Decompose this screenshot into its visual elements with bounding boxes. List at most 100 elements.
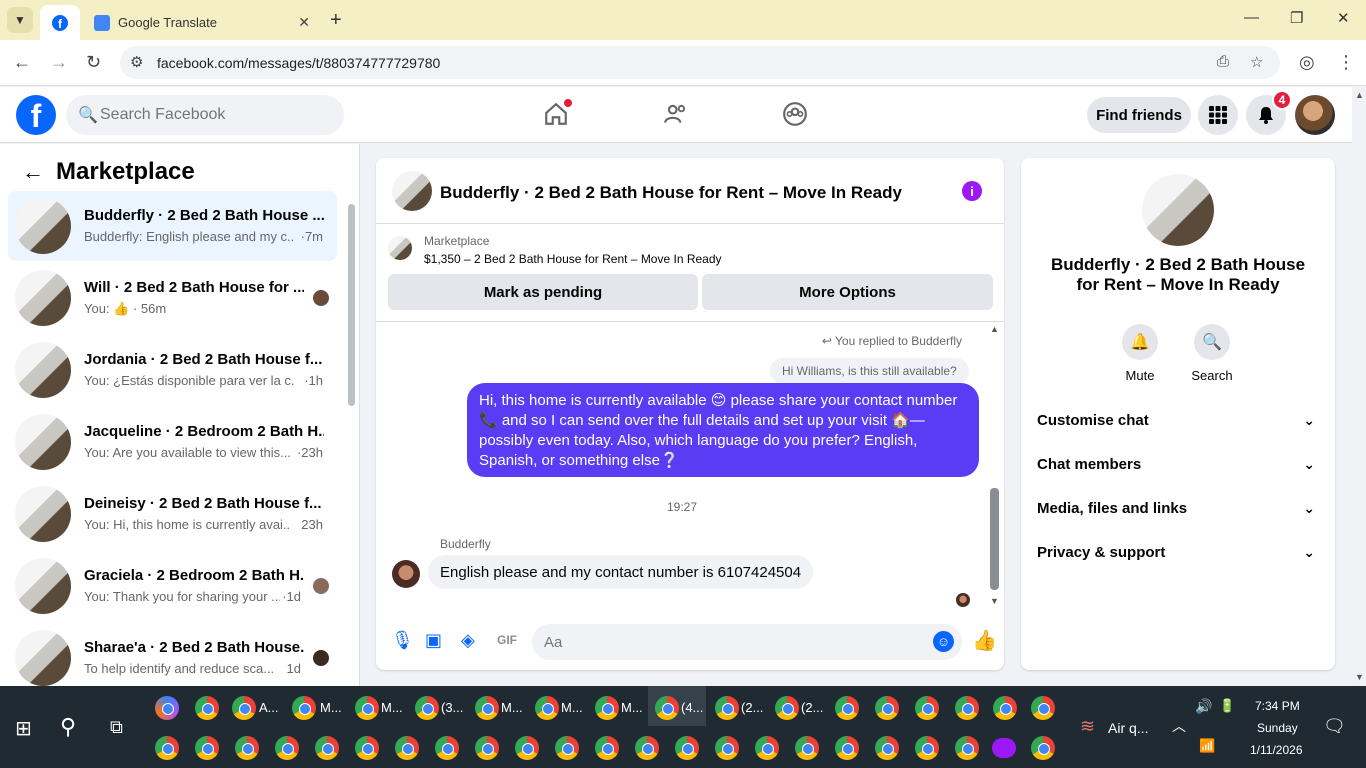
weather-icon[interactable]: ≋ [1080,716,1095,737]
chrome-icon[interactable] [475,736,499,760]
sidebar-scrollbar[interactable] [348,204,355,406]
conversation-item[interactable]: Jordania · 2 Bed 2 Bath House f... You: … [8,335,337,405]
conversation-item[interactable]: Graciela · 2 Bedroom 2 Bath H... You: Th… [8,551,337,621]
chrome-icon[interactable] [355,736,379,760]
chat-thumbnail[interactable] [392,171,432,211]
message-input[interactable] [544,631,924,653]
chrome-icon[interactable] [475,696,499,720]
chrome-icon[interactable] [232,696,256,720]
site-info-icon[interactable]: ⚙ [130,53,143,71]
battery-icon[interactable]: 🔋 [1219,698,1235,714]
page-scroll-down-icon[interactable]: ▼ [1355,672,1364,682]
chat-scrollbar[interactable] [990,488,999,590]
minimize-icon[interactable]: — [1244,9,1259,26]
copilot-icon[interactable] [155,696,179,720]
chrome-icon[interactable] [195,736,219,760]
listing-description[interactable]: $1,350 – 2 Bed 2 Bath House for Rent – M… [424,252,722,266]
sticker-icon[interactable]: ◈ [461,630,475,651]
photo-icon[interactable]: ▣ [425,630,442,651]
volume-icon[interactable]: 🔊 [1195,698,1212,715]
tab-facebook[interactable]: f [40,5,80,40]
chrome-icon[interactable] [355,696,379,720]
microphone-icon[interactable]: 🎙 [391,630,414,651]
taskbar-search-icon[interactable]: ⚲ [60,714,76,740]
chrome-icon[interactable] [655,696,679,720]
conversation-item[interactable]: Jacqueline · 2 Bedroom 2 Bath H... You: … [8,407,337,477]
conversation-item[interactable]: Sharae'a · 2 Bed 2 Bath House... To help… [8,623,337,686]
message-composer[interactable]: ☺ [532,624,962,660]
conversation-item[interactable]: Will · 2 Bed 2 Bath House for ... You: 👍… [8,263,337,333]
mark-pending-button[interactable]: Mark as pending [388,274,698,310]
windows-start-icon[interactable]: ⊞ [15,716,32,741]
chrome-icon[interactable] [993,696,1017,720]
chrome-icon[interactable] [1031,696,1055,720]
clock-time[interactable]: 7:34 PM [1255,699,1300,713]
tab-search-dropdown[interactable]: ▼ [7,7,33,33]
more-options-button[interactable]: More Options [702,274,993,310]
chrome-icon[interactable] [875,696,899,720]
wifi-icon[interactable]: 📶 [1199,738,1215,754]
facebook-logo-icon[interactable]: f [16,95,56,135]
chevron-up-icon[interactable]: ︿ [1172,716,1186,736]
back-arrow-icon[interactable]: ← [22,159,44,185]
bookmark-star-icon[interactable]: ☆ [1250,53,1263,71]
chrome-icon[interactable] [635,736,659,760]
chrome-icon[interactable] [515,736,539,760]
window-close-icon[interactable]: ✕ [1337,9,1350,27]
chrome-icon[interactable] [915,696,939,720]
chrome-icon[interactable] [315,736,339,760]
their-message-bubble[interactable]: English please and my contact number is … [428,555,814,589]
section-privacy-support[interactable]: Privacy & support ⌄ [1037,544,1321,561]
chrome-icon[interactable] [275,736,299,760]
weather-label[interactable]: Air q... [1108,720,1148,736]
find-friends-button[interactable]: Find friends [1087,97,1191,133]
friends-icon[interactable] [661,99,691,129]
chrome-icon[interactable] [955,736,979,760]
section-customise-chat[interactable]: Customise chat ⌄ [1037,412,1321,429]
chrome-icon[interactable] [1031,736,1055,760]
chrome-icon[interactable] [795,736,819,760]
conversation-item[interactable]: Budderfly · 2 Bed 2 Bath House ... Budde… [8,191,337,261]
chrome-icon[interactable] [875,736,899,760]
info-icon[interactable]: i [962,181,982,201]
chrome-icon[interactable] [955,696,979,720]
chrome-icon[interactable] [595,696,619,720]
chrome-icon[interactable] [755,736,779,760]
account-avatar[interactable] [1295,95,1335,135]
chrome-icon[interactable] [292,696,316,720]
new-tab-icon[interactable]: + [330,9,342,32]
notification-center-icon[interactable]: 🗨 [1323,716,1346,737]
chrome-icon[interactable] [835,696,859,720]
chrome-icon[interactable] [555,736,579,760]
chrome-icon[interactable] [915,736,939,760]
chrome-icon[interactable] [415,696,439,720]
task-view-icon[interactable]: ⧉ [110,717,123,738]
chrome-icon[interactable] [835,736,859,760]
thumbs-up-icon[interactable]: 👍 [972,628,997,653]
section-chat-members[interactable]: Chat members ⌄ [1037,456,1321,473]
install-app-icon[interactable]: ⎙ [1217,53,1229,70]
search-box[interactable]: 🔍 [66,95,344,135]
search-input[interactable] [100,103,330,127]
listing-thumbnail[interactable] [388,236,412,260]
chrome-icon[interactable] [155,736,179,760]
menu-grid-icon[interactable] [1198,95,1238,135]
address-bar[interactable]: ⚙ facebook.com/messages/t/88037477772978… [120,46,1280,79]
restore-icon[interactable]: ❐ [1290,9,1303,27]
section-media-files-links[interactable]: Media, files and links ⌄ [1037,500,1321,517]
profile-icon[interactable]: ◎ [1299,52,1315,73]
chat-title[interactable]: Budderfly · 2 Bed 2 Bath House for Rent … [440,183,902,203]
scroll-up-icon[interactable]: ▲ [990,324,999,334]
gif-icon[interactable]: GIF [497,633,517,647]
search-chat-button[interactable]: 🔍 Search [1177,324,1247,383]
tab-google-translate[interactable]: Google Translate ✕ [84,5,320,40]
chrome-icon[interactable] [235,736,259,760]
quoted-message[interactable]: Hi Williams, is this still available? [770,358,969,384]
chrome-icon[interactable] [435,736,459,760]
reload-icon[interactable]: ↻ [86,52,101,73]
conversation-item[interactable]: Deineisy · 2 Bed 2 Bath House f... You: … [8,479,337,549]
chrome-icon[interactable] [395,736,419,760]
chrome-icon[interactable] [595,736,619,760]
emoji-icon[interactable]: ☺ [933,631,954,652]
clock-day[interactable]: Sunday [1257,721,1298,735]
